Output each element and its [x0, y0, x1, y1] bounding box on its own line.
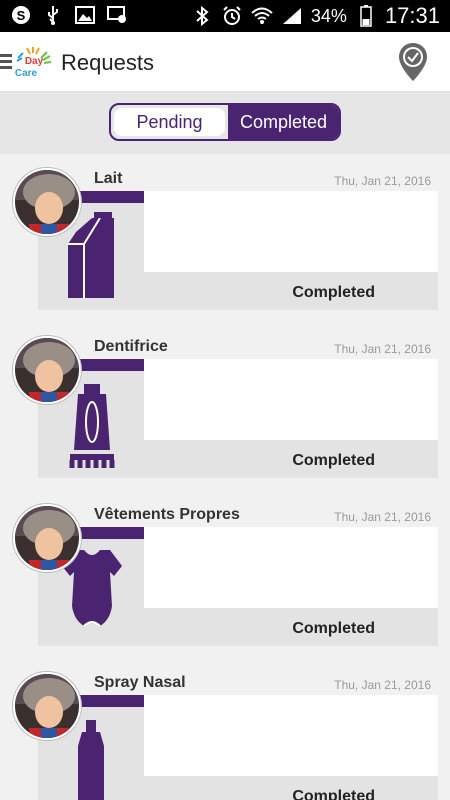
- request-note-area: [144, 695, 438, 776]
- request-title: Spray Nasal: [94, 674, 186, 691]
- usb-icon: [42, 4, 64, 26]
- avatar: [13, 336, 81, 404]
- status-label: Completed: [292, 284, 375, 301]
- request-title: Vêtements Propres: [94, 506, 240, 523]
- page-title: Requests: [61, 50, 154, 75]
- status-label: Completed: [292, 788, 375, 800]
- card-accent-strip: [80, 695, 144, 707]
- battery-percent: 34%: [310, 5, 347, 26]
- cast-icon: [106, 4, 128, 26]
- hamburger-menu-icon[interactable]: [0, 54, 12, 70]
- request-title: Lait: [94, 170, 123, 187]
- daycare-logo: Day Care: [14, 46, 56, 79]
- request-card[interactable]: Vêtements Propres Thu, Jan 21, 2016 Comp…: [0, 490, 450, 658]
- notification-icons: S: [10, 4, 128, 26]
- request-note-area: [144, 359, 438, 440]
- request-date: Thu, Jan 21, 2016: [334, 342, 431, 356]
- tab-completed[interactable]: Completed: [228, 105, 339, 139]
- gallery-icon: [74, 4, 96, 26]
- svg-text:Day: Day: [25, 56, 44, 67]
- tab-bar: Pending Completed: [0, 92, 450, 154]
- request-note-area: [144, 527, 438, 608]
- svg-text:Care: Care: [15, 68, 38, 78]
- request-card[interactable]: Lait Thu, Jan 21, 2016 Completed: [0, 154, 450, 322]
- status-label: Completed: [292, 452, 375, 469]
- card-accent-strip: [80, 191, 144, 203]
- request-card[interactable]: Dentifrice Thu, Jan 21, 2016 Completed: [0, 322, 450, 490]
- status-bar: S 34% 17:31: [0, 0, 450, 32]
- request-date: Thu, Jan 21, 2016: [334, 510, 431, 524]
- request-date: Thu, Jan 21, 2016: [334, 678, 431, 692]
- segmented-control: Pending Completed: [109, 103, 341, 141]
- avatar: [13, 168, 81, 236]
- status-label: Completed: [292, 620, 375, 637]
- request-title: Dentifrice: [94, 338, 168, 355]
- clock: 17:31: [384, 3, 440, 28]
- tab-pending[interactable]: Pending: [114, 108, 225, 136]
- wifi-icon: [251, 5, 273, 27]
- request-card[interactable]: Spray Nasal Thu, Jan 21, 2016 Completed: [0, 658, 450, 800]
- alarm-icon: [221, 5, 243, 27]
- card-accent-strip: [80, 359, 144, 371]
- signal-icon: [281, 5, 303, 27]
- request-date: Thu, Jan 21, 2016: [334, 174, 431, 188]
- avatar: [13, 672, 81, 740]
- card-accent-strip: [80, 527, 144, 539]
- avatar: [13, 504, 81, 572]
- request-list: Lait Thu, Jan 21, 2016 Completed Dentifr…: [0, 154, 450, 800]
- location-check-icon[interactable]: [398, 42, 428, 82]
- system-icons: 34% 17:31: [191, 0, 440, 32]
- skype-icon: S: [10, 4, 32, 26]
- battery-icon: [355, 5, 377, 27]
- svg-text:S: S: [17, 8, 26, 23]
- request-note-area: [144, 191, 438, 272]
- app-bar: Day Care Requests: [0, 32, 450, 92]
- bluetooth-icon: [191, 5, 213, 27]
